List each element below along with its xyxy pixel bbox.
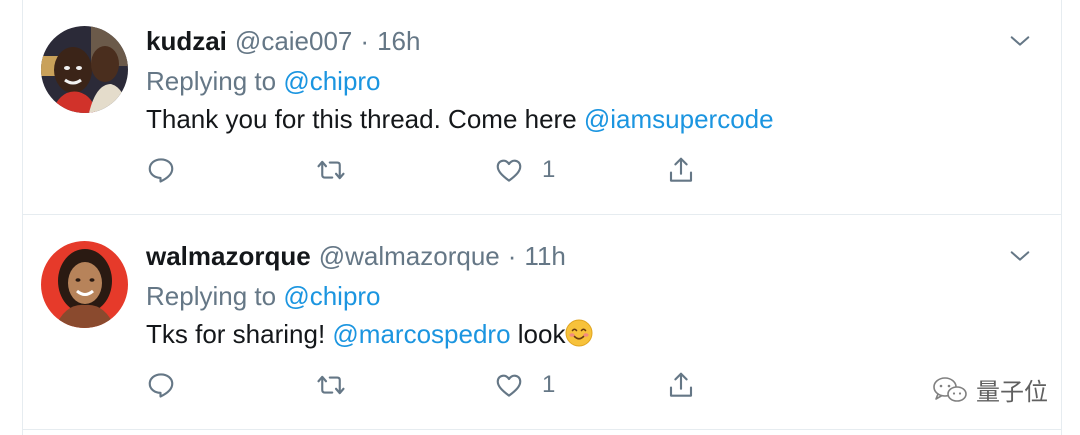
watermark-text: 量子位 [976,379,1048,406]
separator-dot: · [507,241,517,271]
like-count: 1 [542,156,556,183]
tweet-text-content: Tks for sharing! [146,319,333,349]
wechat-icon [933,376,967,402]
share-upload-icon [669,157,693,182]
replying-prefix: Replying to [146,281,277,311]
share-button[interactable] [666,365,696,405]
share-upload-icon [669,372,693,397]
display-name[interactable]: walmazorque [146,239,311,273]
display-name[interactable]: kudzai [146,24,227,58]
tweet-header: kudzai @caie007 · 16h [146,24,420,58]
reply-feed: kudzai @caie007 · 16h Replying to @chipr… [22,0,1062,435]
like-button[interactable]: 1 [494,150,555,190]
user-handle[interactable]: @walmazorque [319,239,500,273]
speech-bubble-icon [148,158,174,183]
retweet-arrows-icon [317,160,345,180]
tweet-text-content: Thank you for this thread. Come here [146,104,584,134]
retweet-arrows-icon [317,375,345,395]
reply-button[interactable] [146,150,176,190]
retweet-button[interactable] [316,150,346,190]
separator-dot: · [360,26,370,56]
smiling-face-emoji-icon [565,319,593,347]
watermark: 量子位 [932,372,1048,407]
replying-to-mention[interactable]: @chipro [283,66,380,96]
tweet[interactable]: walmazorque @walmazorque · 11h Replying … [23,215,1061,430]
replying-to-mention[interactable]: @chipro [283,281,380,311]
avatar[interactable] [41,26,128,113]
avatar[interactable] [41,241,128,328]
tweet-header: walmazorque @walmazorque · 11h [146,239,566,273]
replying-to-line: Replying to @chipro [146,279,381,313]
replying-to-line: Replying to @chipro [146,64,381,98]
tweet-actions: 1 [146,365,706,405]
timestamp[interactable]: 11h [524,239,565,273]
chevron-down-icon[interactable] [1009,245,1031,267]
share-button[interactable] [666,150,696,190]
timestamp[interactable]: 16h [377,24,420,58]
reply-button[interactable] [146,365,176,405]
retweet-button[interactable] [316,365,346,405]
tweet[interactable]: kudzai @caie007 · 16h Replying to @chipr… [23,0,1061,215]
tweet-mention[interactable]: @marcospedro [332,319,510,349]
tweet-text: Tks for sharing! @marcospedro look [146,317,593,351]
tweet-actions: 1 [146,150,706,190]
tweet-text: Thank you for this thread. Come here @ia… [146,102,774,136]
heart-icon [496,374,522,397]
chevron-down-icon[interactable] [1009,30,1031,52]
user-handle[interactable]: @caie007 [235,24,352,58]
heart-icon [496,159,522,182]
tweet-text-after: look [510,319,566,349]
tweet-mention[interactable]: @iamsupercode [584,104,774,134]
like-button[interactable]: 1 [494,365,555,405]
like-count: 1 [542,371,556,398]
replying-prefix: Replying to [146,66,277,96]
speech-bubble-icon [148,373,174,398]
